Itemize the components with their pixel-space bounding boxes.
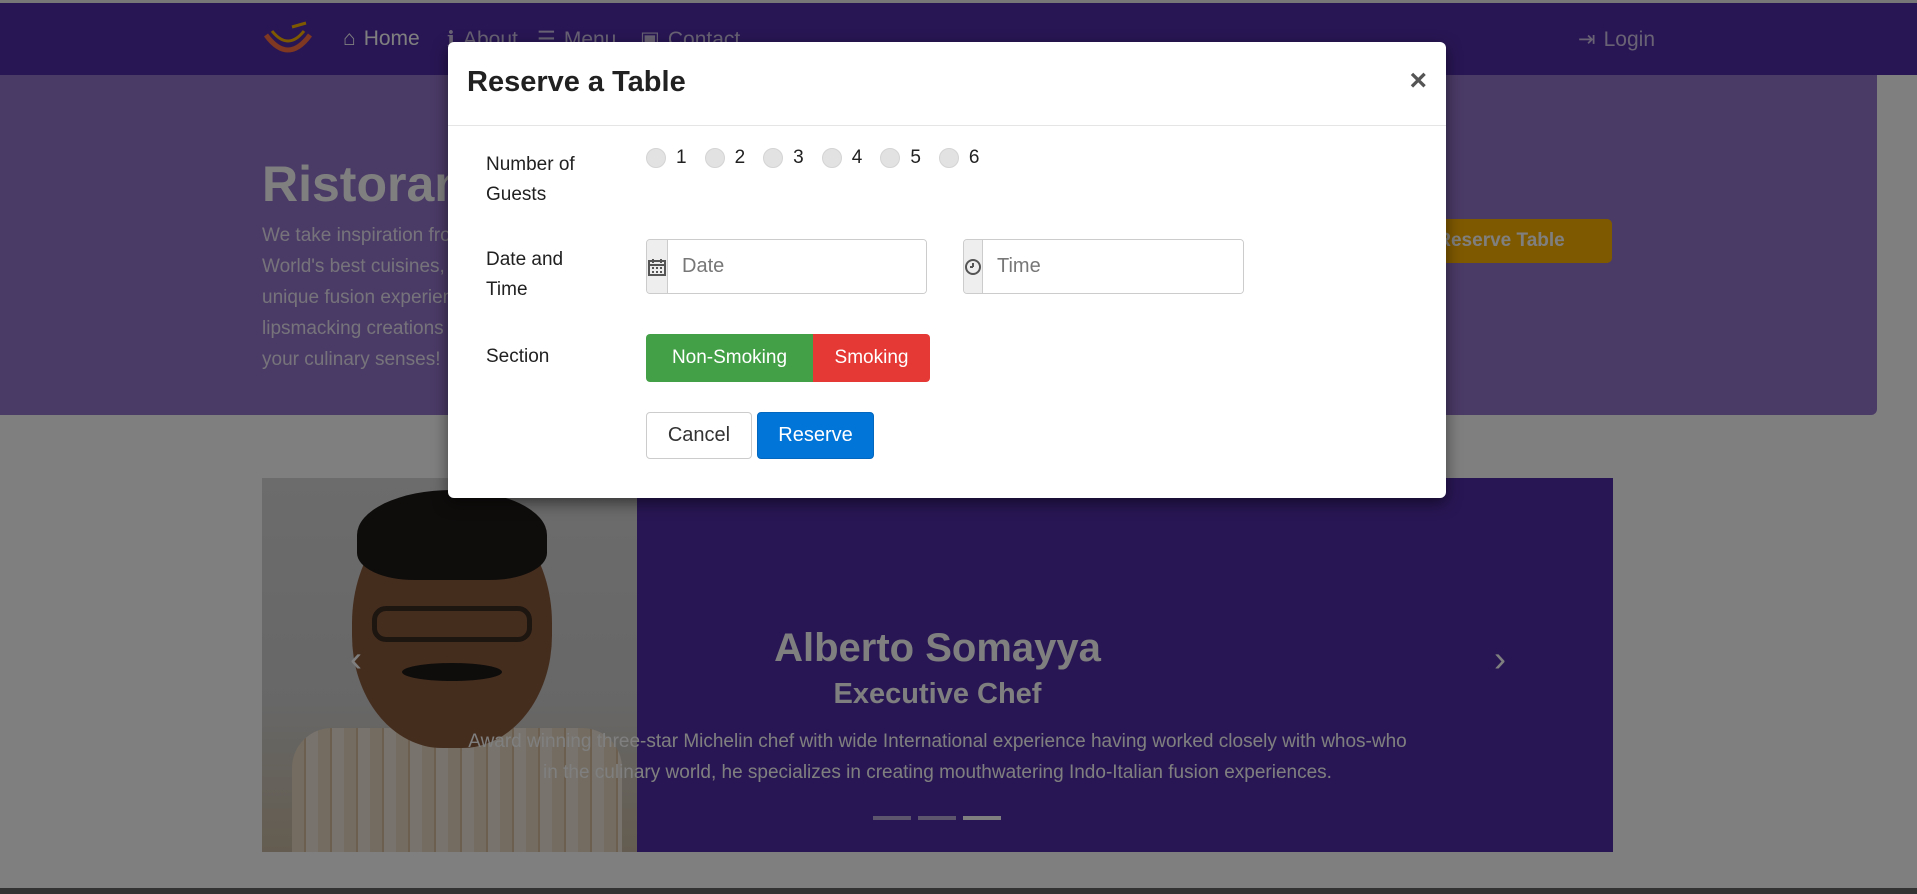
- radio-circle[interactable]: [938, 148, 959, 168]
- guest-option-4[interactable]: 4: [821, 147, 863, 169]
- clock-icon: [964, 240, 983, 293]
- reserve-modal: Reserve a Table × Number of Guests 1 2 3…: [448, 42, 1446, 498]
- guests-label: Number of Guests: [486, 154, 575, 205]
- smoking-button[interactable]: Smoking: [813, 334, 930, 382]
- guest-option-label: 2: [734, 147, 746, 168]
- time-input-group: [963, 239, 1244, 294]
- guest-option-5[interactable]: 5: [880, 147, 921, 169]
- guest-option-label: 1: [676, 147, 687, 168]
- guest-option-6[interactable]: 6: [938, 147, 980, 169]
- guest-option-1[interactable]: 1: [646, 147, 687, 169]
- guest-option-label: 3: [793, 147, 804, 168]
- section-label: Section: [486, 346, 550, 367]
- radio-circle[interactable]: [763, 148, 784, 168]
- guest-option-label: 5: [910, 147, 921, 168]
- date-input-group: [646, 239, 927, 294]
- guest-option-label: 6: [968, 147, 980, 168]
- window-frame-bottom: [0, 888, 1917, 894]
- modal-header: Reserve a Table ×: [448, 42, 1446, 126]
- guest-option-3[interactable]: 3: [763, 147, 804, 169]
- datetime-label: Date and Time: [486, 249, 564, 300]
- date-input[interactable]: [668, 240, 926, 293]
- radio-circle[interactable]: [646, 148, 666, 168]
- radio-circle[interactable]: [704, 148, 725, 168]
- guests-radio-group: 1 2 3 4 5 6: [646, 147, 997, 169]
- guest-option-label: 4: [851, 147, 863, 168]
- window-frame-top: [0, 0, 1917, 3]
- reserve-button[interactable]: Reserve: [757, 412, 874, 459]
- modal-title: Reserve a Table: [467, 66, 686, 98]
- cancel-button[interactable]: Cancel: [646, 412, 752, 459]
- non-smoking-button[interactable]: Non-Smoking: [646, 334, 813, 382]
- radio-circle[interactable]: [821, 148, 842, 168]
- radio-circle[interactable]: [880, 148, 901, 168]
- calendar-icon: [647, 240, 668, 293]
- close-icon[interactable]: ×: [1409, 64, 1427, 98]
- guest-option-2[interactable]: 2: [704, 147, 746, 169]
- time-input[interactable]: [983, 240, 1243, 293]
